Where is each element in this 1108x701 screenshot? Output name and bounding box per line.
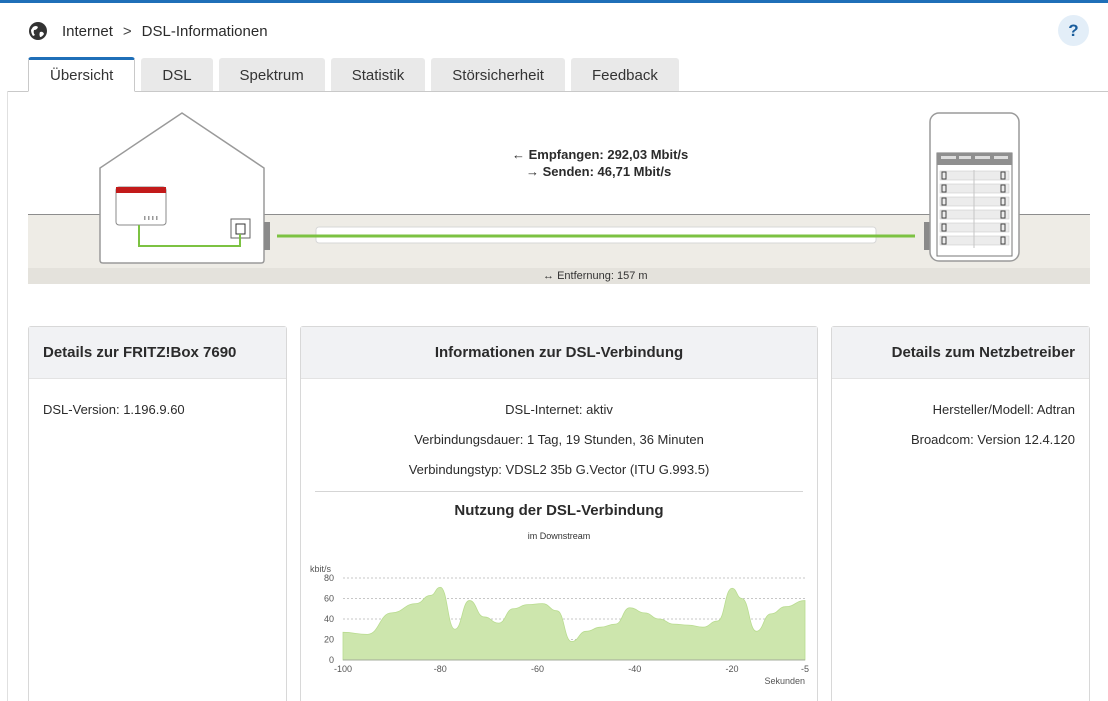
x-axis-label: Sekunden <box>764 676 805 686</box>
receive-rate: Empfangen: 292,03 Mbit/s <box>528 147 689 162</box>
provider-details-title: Details zum Netzbetreiber <box>832 327 1089 379</box>
x-tick-label: -60 <box>531 664 544 674</box>
breadcrumb-section[interactable]: Internet <box>62 23 113 40</box>
distance-arrow-icon: ↔ <box>543 270 554 282</box>
provider-vendor: Hersteller/Modell: Adtran <box>932 402 1075 417</box>
send-arrow-icon: → <box>526 164 539 179</box>
receive-arrow-icon: ← <box>512 147 525 162</box>
connection-info-title: Informationen zur DSL-Verbindung <box>301 327 817 379</box>
provider-broadcom: Broadcom: Version 12.4.120 <box>910 432 1075 447</box>
breadcrumb: Internet > DSL-Informationen <box>28 20 268 42</box>
tab-underline <box>8 91 1108 92</box>
globe-icon <box>29 22 47 40</box>
distance-value: Entfernung: 157 m <box>557 270 648 282</box>
send-rate: Senden: 46,71 Mbit/s <box>542 164 672 179</box>
diagram-graphic <box>99 112 1020 264</box>
connection-diagram: ← Empfangen: 292,03 Mbit/s → Senden: 46,… <box>28 108 1090 286</box>
tab-spektrum[interactable]: Spektrum <box>218 58 325 92</box>
usage-title: Nutzung der DSL-Verbindung <box>454 502 664 519</box>
box-details-title: Details zur FRITZ!Box 7690 <box>29 327 286 379</box>
y-tick-label: 80 <box>324 573 334 583</box>
provider-details-card: Details zum Netzbetreiber Hersteller/Mod… <box>831 326 1090 701</box>
cabinet-connector <box>924 222 930 250</box>
connection-duration: Verbindungsdauer: 1 Tag, 19 Stunden, 36 … <box>414 432 704 447</box>
connection-info-card: Informationen zur DSL-Verbindung DSL-Int… <box>300 326 818 701</box>
dsl-version: DSL-Version: 1.196.9.60 <box>43 402 185 417</box>
box-details-card: Details zur FRITZ!Box 7690 DSL-Version: … <box>28 326 287 701</box>
connection-type: Verbindungstyp: VDSL2 35b G.Vector (ITU … <box>408 462 710 477</box>
tab-feedback[interactable]: Feedback <box>570 58 679 92</box>
breadcrumb-separator: > <box>122 22 132 40</box>
x-tick-label: -100 <box>334 664 352 674</box>
tab-dsl[interactable]: DSL <box>141 58 213 92</box>
tab-stoersicherheit[interactable]: Störsicherheit <box>431 58 565 92</box>
x-tick-label: -20 <box>726 664 739 674</box>
router-top-bar <box>116 187 166 193</box>
speed-info: ← Empfangen: 292,03 Mbit/s → Senden: 46,… <box>512 146 688 180</box>
x-tick-label: -5 <box>801 664 809 674</box>
house-connector <box>264 222 270 250</box>
x-tick-label: -40 <box>628 664 641 674</box>
y-tick-label: 20 <box>324 635 334 645</box>
breadcrumb-page: DSL-Informationen <box>141 22 268 40</box>
usage-subtitle: im Downstream <box>527 531 591 541</box>
tab-uebersicht[interactable]: Übersicht <box>28 57 136 92</box>
tab-bar: Übersicht DSL Spektrum Statistik Störsic… <box>28 57 685 92</box>
top-accent-line <box>0 0 1108 3</box>
y-tick-label: 60 <box>324 594 334 604</box>
tab-statistik[interactable]: Statistik <box>330 58 426 92</box>
section-divider <box>315 491 803 492</box>
help-button[interactable]: ? <box>1058 15 1089 46</box>
y-tick-label: 40 <box>324 614 334 624</box>
distance-info: ↔ Entfernung: 157 m <box>543 270 648 282</box>
content-left-border <box>7 91 8 701</box>
x-tick-label: -80 <box>434 664 447 674</box>
y-axis-label: kbit/s <box>310 564 332 574</box>
dsl-internet-status: DSL-Internet: aktiv <box>505 402 613 417</box>
usage-chart: 020406080kbit/s-100 -80 -60 -40 -20 -5Sekunde… <box>310 564 809 686</box>
